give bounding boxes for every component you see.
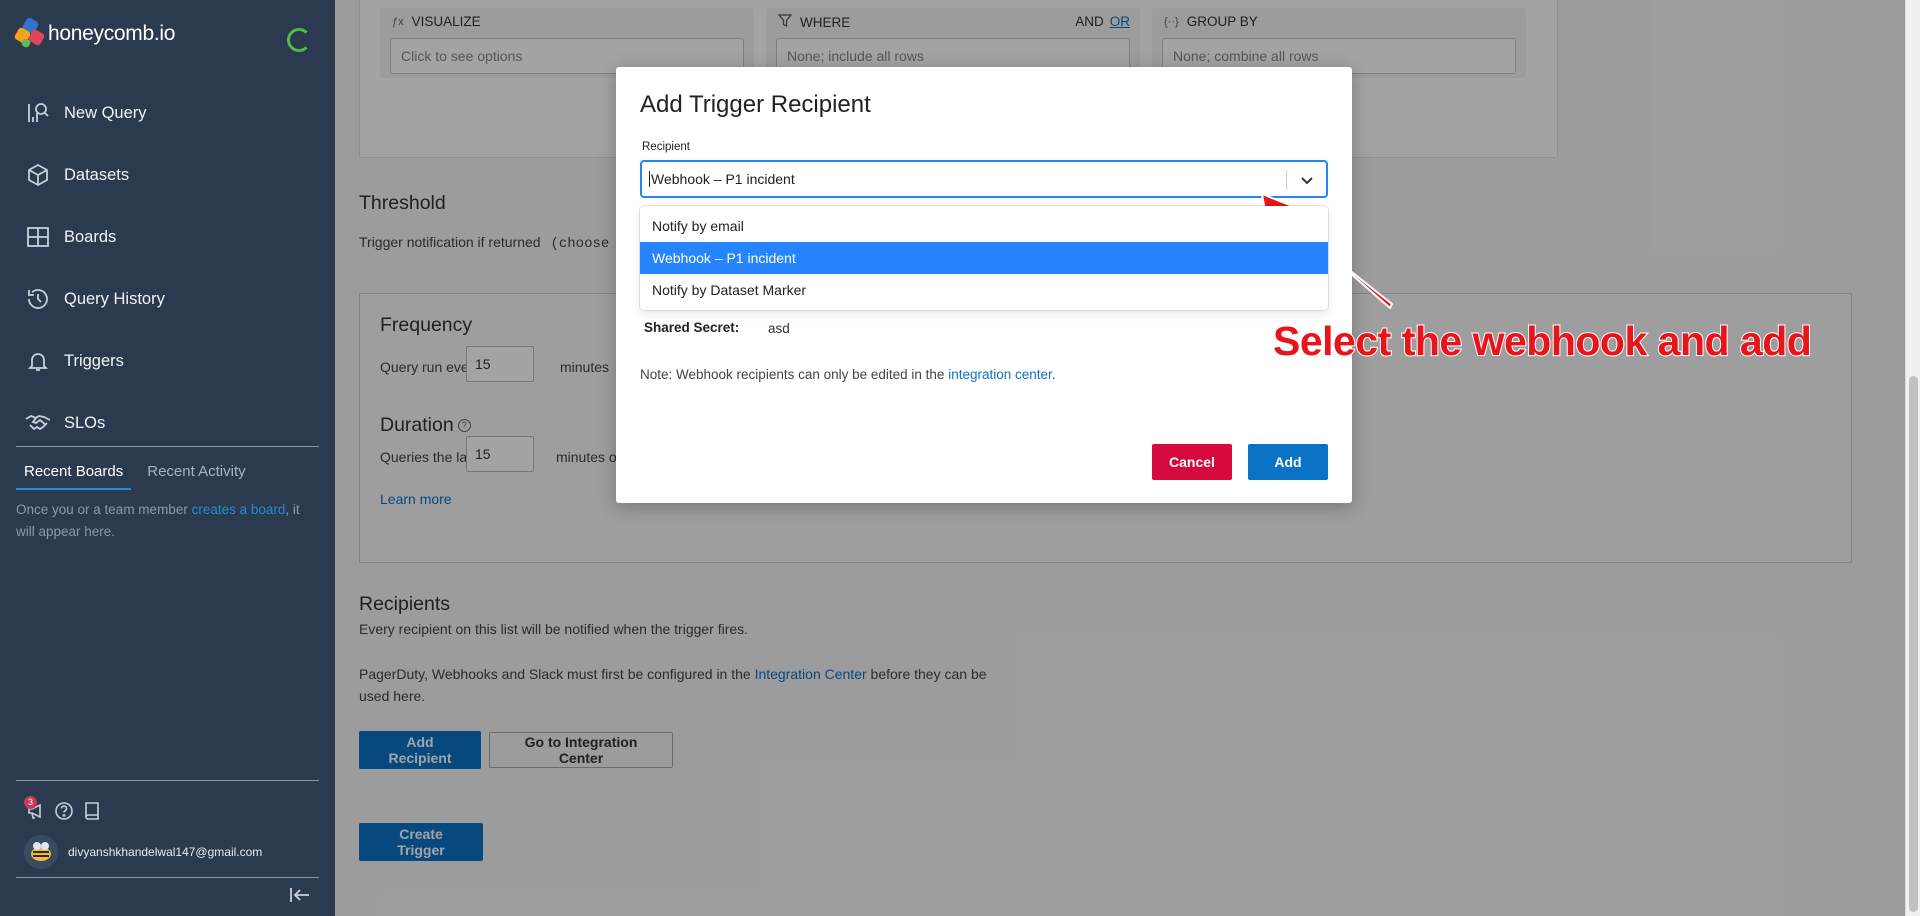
option-webhook-p1-incident[interactable]: Webhook – P1 incident <box>640 242 1328 274</box>
history-icon <box>24 285 52 313</box>
user-menu[interactable]: divyanshkhandelwal147@gmail.com <box>24 835 262 869</box>
sidebar-item-boards[interactable]: Boards <box>0 206 335 268</box>
sidebar-item-label: Triggers <box>64 351 124 370</box>
sidebar-item-slos[interactable]: SLOs <box>0 392 335 454</box>
sidebar-nav: New Query Datasets Boards Query History … <box>0 82 335 454</box>
collapse-sidebar-icon[interactable] <box>289 886 313 906</box>
user-email: divyanshkhandelwal147@gmail.com <box>68 845 263 859</box>
sidebar-item-label: SLOs <box>64 413 106 432</box>
sidebar-item-new-query[interactable]: New Query <box>0 82 335 144</box>
webhook-note-text: . <box>1051 367 1056 382</box>
sidebar: honeycomb.io New Query Datasets Boards Q… <box>0 0 335 916</box>
sidebar-item-label: Datasets <box>64 165 130 184</box>
sidebar-divider <box>16 446 319 447</box>
annotation-text: Select the webhook and add <box>1272 317 1813 365</box>
page-scrollbar[interactable] <box>1905 0 1920 916</box>
empty-text-before: Once you or a team member <box>16 502 192 517</box>
recipient-selected-value: Webhook – P1 incident <box>651 171 795 187</box>
sidebar-item-query-history[interactable]: Query History <box>0 268 335 330</box>
recipient-label: Recipient <box>642 141 690 153</box>
sidebar-item-datasets[interactable]: Datasets <box>0 144 335 206</box>
bell-icon <box>24 347 52 375</box>
tab-recent-activity[interactable]: Recent Activity <box>139 458 253 490</box>
avatar <box>24 835 58 869</box>
sidebar-divider <box>16 780 319 781</box>
docs-book-icon[interactable] <box>82 800 102 822</box>
tab-recent-boards[interactable]: Recent Boards <box>16 458 132 490</box>
logo-text: honeycomb.io <box>48 22 176 45</box>
create-board-link[interactable]: creates a board <box>192 502 286 517</box>
boards-icon <box>24 223 52 251</box>
announcements-icon[interactable]: 3 <box>24 796 46 822</box>
sidebar-item-label: Query History <box>64 289 165 308</box>
option-notify-by-email[interactable]: Notify by email <box>640 210 1328 242</box>
webhook-note: Note: Webhook recipients can only be edi… <box>640 367 1056 382</box>
shared-secret-value: asd <box>768 321 790 336</box>
text-cursor <box>649 171 650 187</box>
dialog-title: Add Trigger Recipient <box>640 91 871 118</box>
recipient-select[interactable]: Webhook – P1 incident <box>640 160 1328 198</box>
sidebar-tabs: Recent Boards Recent Activity <box>16 458 319 490</box>
sidebar-divider <box>16 877 319 878</box>
sidebar-item-label: New Query <box>64 103 147 122</box>
select-separator <box>1286 170 1287 190</box>
sidebar-footer-icons: 3 <box>24 796 102 822</box>
honeycomb-logo-icon <box>13 16 46 49</box>
recent-boards-empty-text: Once you or a team member creates a boar… <box>16 499 316 543</box>
webhook-note-text: Note: Webhook recipients can only be edi… <box>640 367 949 382</box>
shared-secret-label: Shared Secret: <box>644 320 740 335</box>
add-button[interactable]: Add <box>1248 444 1328 480</box>
add-trigger-recipient-dialog: Add Trigger Recipient Recipient Webhook … <box>616 67 1352 503</box>
handshake-icon <box>24 409 52 437</box>
help-icon[interactable] <box>54 800 74 822</box>
cube-icon <box>24 161 52 189</box>
scrollbar-thumb[interactable] <box>1909 376 1918 912</box>
cancel-button[interactable]: Cancel <box>1152 444 1232 480</box>
chevron-down-icon[interactable] <box>1296 169 1318 191</box>
sidebar-item-triggers[interactable]: Triggers <box>0 330 335 392</box>
new-query-icon <box>24 99 52 127</box>
integration-center-link[interactable]: integration center <box>948 367 1052 382</box>
loading-spinner-icon <box>287 28 311 52</box>
sidebar-item-label: Boards <box>64 227 117 246</box>
option-notify-by-dataset-marker[interactable]: Notify by Dataset Marker <box>640 274 1328 306</box>
honeycomb-logo[interactable]: honeycomb.io <box>13 14 176 54</box>
recipient-options-menu: Notify by email Webhook – P1 incident No… <box>640 206 1328 310</box>
notification-badge: 3 <box>24 796 37 809</box>
